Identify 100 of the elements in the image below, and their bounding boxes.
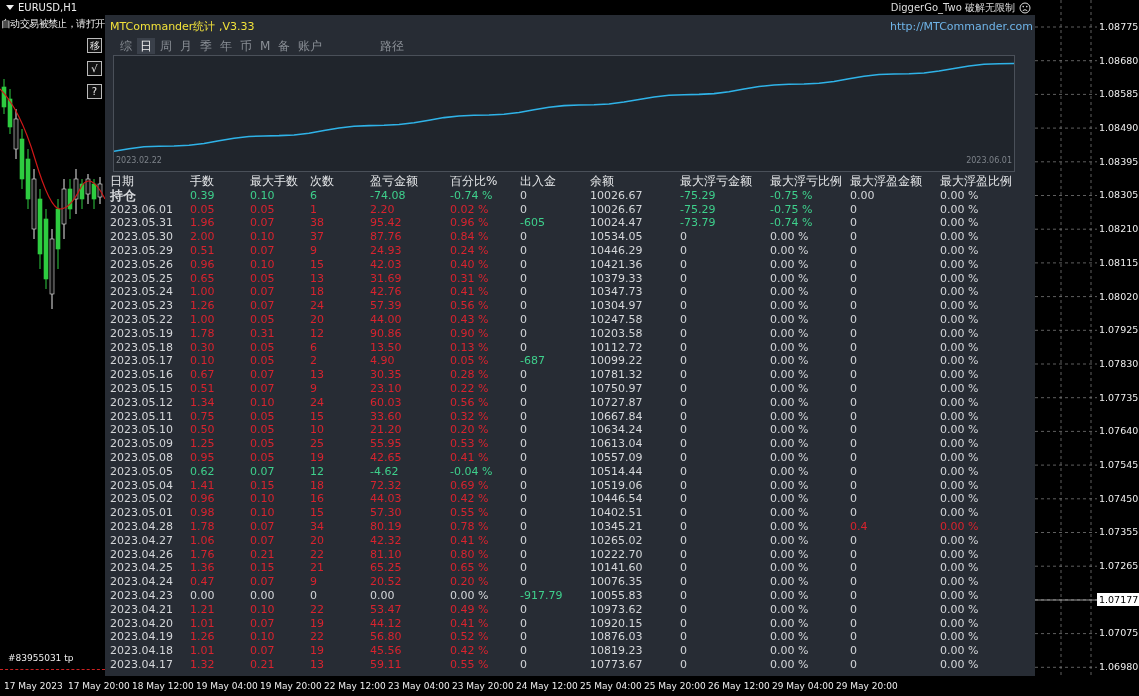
table-cell-text: 24.93: [370, 244, 403, 258]
table-cell-text: 0.41 %: [450, 450, 490, 465]
table-cell-text: 19: [310, 644, 325, 658]
table-cell-text: 0.00 %: [940, 230, 980, 244]
table-cell-text: -75.29: [680, 188, 717, 203]
table-cell-text: 53.47: [370, 602, 403, 617]
table-cell-text: 0.00 %: [940, 354, 980, 369]
table-cell-text: 1: [310, 202, 318, 217]
start-date-label: 2023.02.22: [116, 156, 162, 165]
table-cell-text: 0.10: [250, 230, 276, 244]
table-cell-text: 10026.67: [590, 188, 644, 203]
table-cell-text: 0: [680, 340, 688, 355]
path-tab[interactable]: 路径: [377, 38, 408, 54]
table-cell-text: 0: [520, 271, 528, 286]
table-cell-text: 0.20 %: [450, 575, 490, 589]
table-cell-text: 0: [680, 492, 688, 507]
period-tab[interactable]: 年: [217, 38, 235, 54]
column-header: 百分比%: [450, 175, 499, 189]
table-cell-text: 0.40 %: [450, 257, 490, 272]
table-cell-text: 0.00 %: [770, 561, 810, 576]
table-cell-text: 0: [680, 630, 688, 645]
table-cell-text: 1.06: [190, 533, 216, 548]
period-tab[interactable]: 备: [275, 38, 294, 54]
table-cell-text: 10514.44: [590, 464, 644, 479]
table-cell-text: 0.00 %: [940, 644, 980, 658]
chart-tool-button[interactable]: 移: [87, 38, 102, 53]
table-cell-text: 0: [680, 506, 688, 520]
table-cell-text: 0: [520, 188, 528, 203]
period-tab[interactable]: 日: [137, 38, 155, 54]
price-label: 1.08305: [1098, 189, 1139, 202]
table-cell-text: 10203.58: [590, 326, 644, 341]
table-cell-text: 10402.51: [590, 506, 644, 520]
table-cell-text: 0.05: [250, 271, 276, 286]
table-cell-text: 0.00: [370, 588, 396, 603]
table-cell-text: 0.00 %: [770, 340, 810, 355]
table-cell-text: 0.00 %: [770, 616, 810, 631]
table-cell-text: 0.07: [250, 616, 276, 631]
table-cell-text: 80.19: [370, 519, 403, 534]
table-cell-text: 0: [520, 575, 528, 589]
period-tab[interactable]: 月: [177, 38, 195, 54]
table-cell-text: 2: [310, 354, 318, 369]
price-label: 1.08775: [1098, 21, 1139, 33]
table-cell-text: 0: [850, 506, 858, 520]
table-cell-text: 0.47: [190, 575, 216, 589]
period-tab[interactable]: 币: [237, 38, 255, 54]
period-tab[interactable]: 账户: [295, 38, 326, 54]
table-cell-text: 0.50: [190, 423, 216, 438]
table-cell-text: 0.00 %: [770, 437, 810, 451]
table-cell-text: 0: [680, 644, 688, 658]
table-cell-text: 0: [850, 299, 858, 313]
price-label: 1.06980: [1098, 661, 1139, 674]
table-cell-text: 0.00 %: [770, 423, 810, 438]
period-tab[interactable]: 季: [197, 38, 215, 54]
table-cell-text: 0: [680, 257, 688, 272]
table-cell-text: 0.10: [250, 602, 276, 617]
table-cell-text: 15: [310, 409, 325, 424]
table-cell-text: 0: [680, 423, 688, 438]
table-cell-text: 10222.70: [590, 547, 644, 562]
price-label: 1.08585: [1098, 88, 1139, 101]
table-cell-text: 0.56 %: [450, 299, 490, 313]
table-cell-text: 0: [680, 602, 688, 617]
table-cell-text: 0: [680, 299, 688, 313]
chart-tool-button[interactable]: √: [87, 61, 102, 76]
period-tab[interactable]: M: [257, 38, 274, 54]
time-label: 29 May 20:00: [836, 681, 899, 691]
chart-symbol[interactable]: EURUSD,H1: [6, 2, 77, 13]
panel-title: MTCommander统计 ,V3.33: [110, 18, 255, 34]
price-label: 1.07265: [1098, 560, 1139, 572]
period-tab[interactable]: 综: [117, 38, 135, 54]
website-link[interactable]: http://MTCommander.com: [889, 19, 1033, 33]
table-cell-text: 0.10: [250, 630, 276, 645]
table-cell-text: 0: [520, 285, 528, 300]
table-cell-text: 0.00 %: [770, 257, 810, 272]
chart-tool-button[interactable]: ?: [87, 84, 102, 99]
table-cell-text: 0.00 %: [940, 299, 980, 313]
table-cell-text: 0: [680, 437, 688, 451]
table-cell-text: 0.00 %: [940, 381, 980, 396]
table-cell-text: 0.00 %: [940, 188, 980, 203]
table-cell-text: 2023.04.26: [110, 547, 174, 562]
table-cell-text: 0: [520, 478, 528, 493]
table-cell-text: 0.00: [250, 588, 276, 603]
table-cell-text: 0.43 %: [450, 312, 490, 327]
table-cell-text: 10519.06: [590, 478, 644, 493]
dropdown-icon[interactable]: [6, 5, 14, 10]
period-tab[interactable]: 周: [157, 38, 175, 54]
table-cell-text: 0: [850, 616, 858, 631]
table-cell-text: 0.00 %: [940, 244, 980, 258]
table-cell-text: 2023.06.01: [110, 202, 174, 217]
table-cell-text: 2023.04.19: [110, 630, 174, 645]
time-label: 17 May 20:00: [68, 681, 131, 691]
table-cell-text: 0.00 %: [940, 575, 980, 589]
table-cell-text: 0.00 %: [940, 616, 980, 631]
table-cell-text: 0.05: [250, 450, 276, 465]
table-cell-text: 10112.72: [590, 340, 644, 355]
table-cell-text: 2023.05.04: [110, 478, 174, 493]
table-cell-text: 0.10: [250, 188, 276, 203]
table-cell-text: 2023.05.08: [110, 450, 174, 465]
table-cell-text: 0: [520, 561, 528, 576]
table-cell-text: 60.03: [370, 395, 403, 410]
table-cell-text: 21: [310, 561, 325, 576]
